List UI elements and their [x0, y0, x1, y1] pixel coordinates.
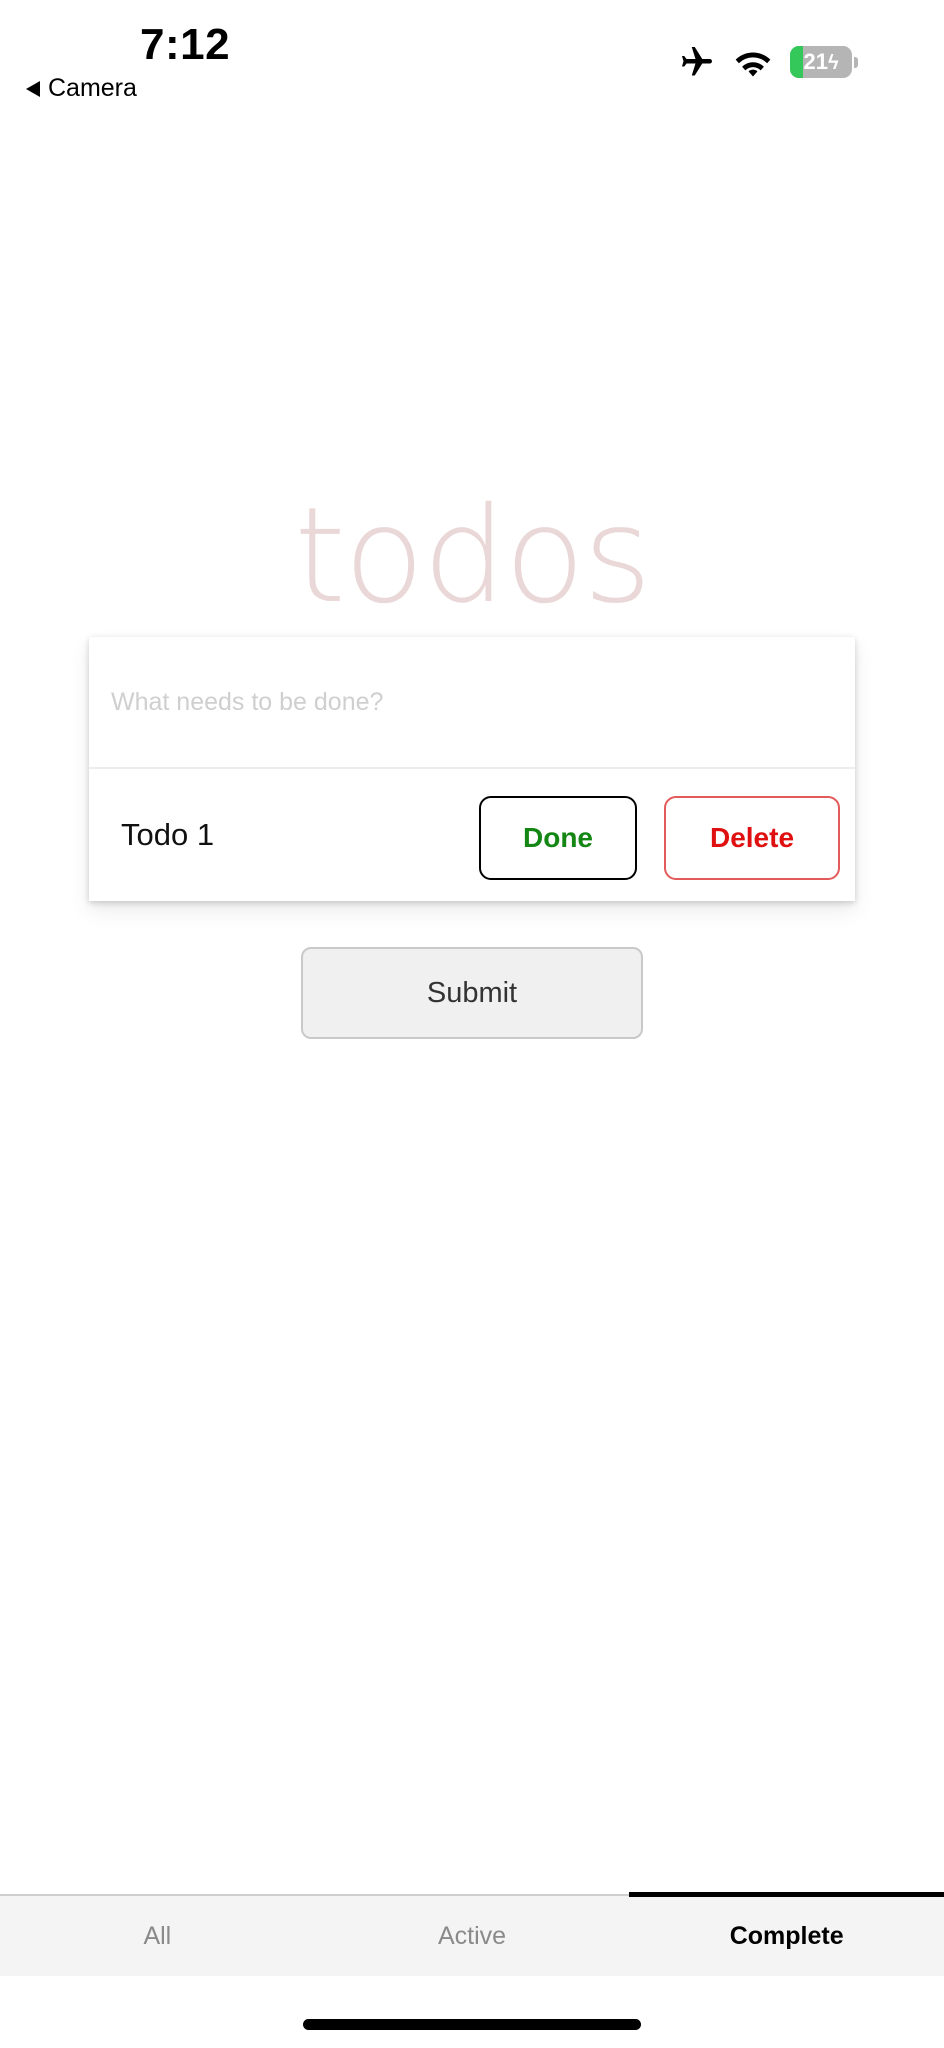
- app-title: todos: [294, 479, 652, 633]
- done-button[interactable]: Done: [479, 796, 637, 880]
- battery-icon: 21ϟ: [790, 46, 852, 78]
- charging-bolt-icon: ϟ: [827, 52, 839, 74]
- delete-button[interactable]: Delete: [664, 796, 840, 880]
- home-indicator[interactable]: [303, 2019, 641, 2030]
- tab-complete[interactable]: Complete: [629, 1892, 944, 1976]
- battery-fill: [790, 46, 804, 78]
- back-arrow-icon: [26, 80, 40, 97]
- back-label: Camera: [48, 74, 137, 102]
- status-icons: 21ϟ: [678, 44, 858, 80]
- battery-level: 21ϟ: [803, 49, 839, 74]
- app-screen: 7:12 Camera 21ϟ todos Todo 1 Done De: [0, 0, 944, 2048]
- tab-active[interactable]: Active: [315, 1896, 630, 1976]
- filter-tab-bar: All Active Complete: [0, 1892, 944, 1976]
- airplane-icon: [682, 47, 712, 76]
- status-time: 7:12: [140, 20, 231, 69]
- todo-item-text: Todo 1: [121, 817, 215, 852]
- battery-tip: [854, 56, 858, 68]
- back-to-camera-link[interactable]: Camera: [26, 74, 137, 103]
- new-todo-input[interactable]: [89, 637, 855, 769]
- wifi-icon: [735, 52, 771, 77]
- tab-all[interactable]: All: [0, 1896, 315, 1976]
- battery-indicator: 21ϟ: [790, 46, 858, 78]
- submit-button[interactable]: Submit: [301, 947, 643, 1039]
